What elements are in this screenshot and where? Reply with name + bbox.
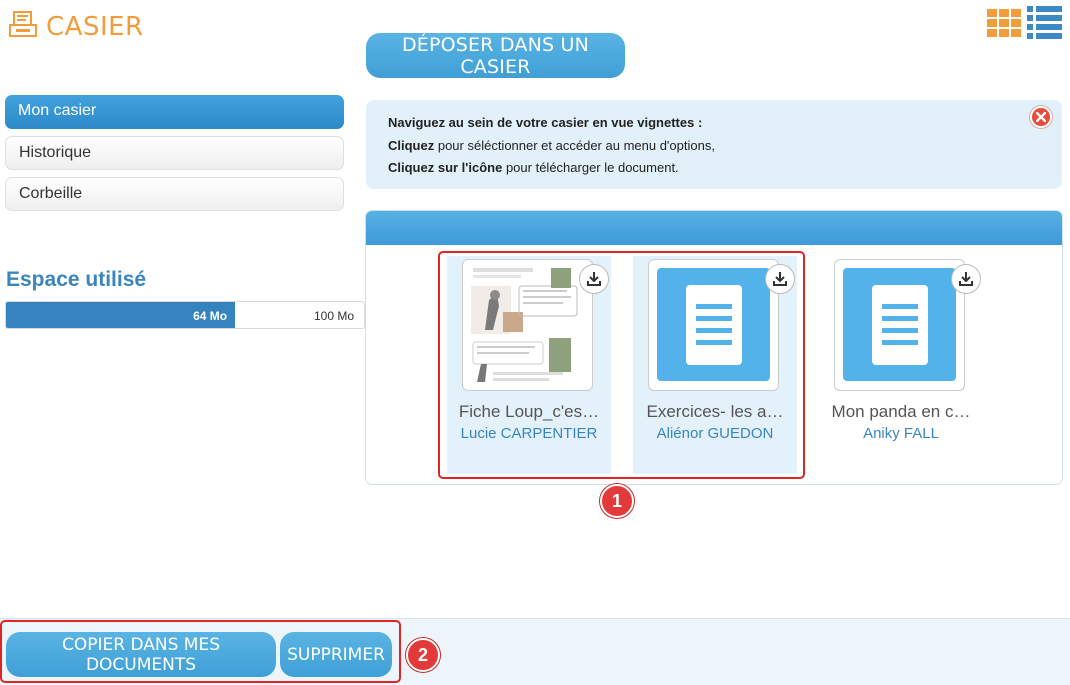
file-card[interactable]: Fiche Loup_c'es… Lucie CARPENTIER xyxy=(447,256,611,474)
file-name: Fiche Loup_c'es… xyxy=(458,402,600,421)
app-title-text: CASIER xyxy=(46,11,144,42)
file-grid-panel: Fiche Loup_c'es… Lucie CARPENTIER Exerci… xyxy=(365,210,1063,485)
close-icon[interactable] xyxy=(1030,106,1052,128)
file-card[interactable]: Exercices- les a… Aliénor GUEDON xyxy=(633,256,797,474)
sidebar: Mon casier Historique Corbeille xyxy=(5,95,344,218)
sidebar-item-mon-casier[interactable]: Mon casier xyxy=(5,95,344,129)
sidebar-item-corbeille[interactable]: Corbeille xyxy=(5,177,344,211)
file-author: Lucie CARPENTIER xyxy=(460,425,598,442)
info-heading: Naviguez au sein de votre casier en vue … xyxy=(388,115,703,130)
storage-title: Espace utilisé xyxy=(6,268,147,291)
app-title: CASIER xyxy=(8,10,144,43)
info-line-1: Cliquez pour séléctionner et accéder au … xyxy=(388,137,715,153)
copy-to-documents-button[interactable]: COPIER DANS MES DOCUMENTS xyxy=(6,632,276,677)
list-view-icon[interactable] xyxy=(1027,6,1062,39)
document-icon xyxy=(843,268,956,381)
file-author: Aniky FALL xyxy=(863,425,939,442)
file-name: Mon panda en c… xyxy=(831,402,971,421)
view-toggle xyxy=(987,6,1062,39)
action-footer: COPIER DANS MES DOCUMENTS SUPPRIMER xyxy=(0,618,1070,685)
storage-progress-bar: 64 Mo 100 Mo xyxy=(5,301,365,329)
step-marker-2: 2 xyxy=(406,638,440,672)
sidebar-item-historique[interactable]: Historique xyxy=(5,136,344,170)
download-icon[interactable] xyxy=(951,264,981,294)
delete-button[interactable]: SUPPRIMER xyxy=(280,632,392,677)
file-thumbnail xyxy=(834,259,965,391)
document-icon xyxy=(657,268,770,381)
file-card[interactable]: Mon panda en c… Aniky FALL xyxy=(819,256,983,474)
storage-total-label: 100 Mo xyxy=(313,309,354,323)
file-thumbnail xyxy=(648,259,779,391)
download-icon[interactable] xyxy=(579,264,609,294)
file-name: Exercices- les a… xyxy=(646,402,784,421)
download-icon[interactable] xyxy=(765,264,795,294)
storage-used-label: 64 Mo xyxy=(193,309,228,323)
step-marker-1: 1 xyxy=(600,484,634,518)
info-line-2: Cliquez sur l'icône pour télécharger le … xyxy=(388,160,679,175)
info-box: Naviguez au sein de votre casier en vue … xyxy=(366,100,1062,189)
file-author: Aliénor GUEDON xyxy=(656,425,774,442)
file-grid-header xyxy=(366,211,1062,245)
file-thumbnail-comic xyxy=(462,259,593,391)
grid-view-icon[interactable] xyxy=(987,8,1021,37)
deposit-button[interactable]: DÉPOSER DANS UN CASIER xyxy=(366,33,625,78)
printer-tray-icon xyxy=(8,10,38,43)
